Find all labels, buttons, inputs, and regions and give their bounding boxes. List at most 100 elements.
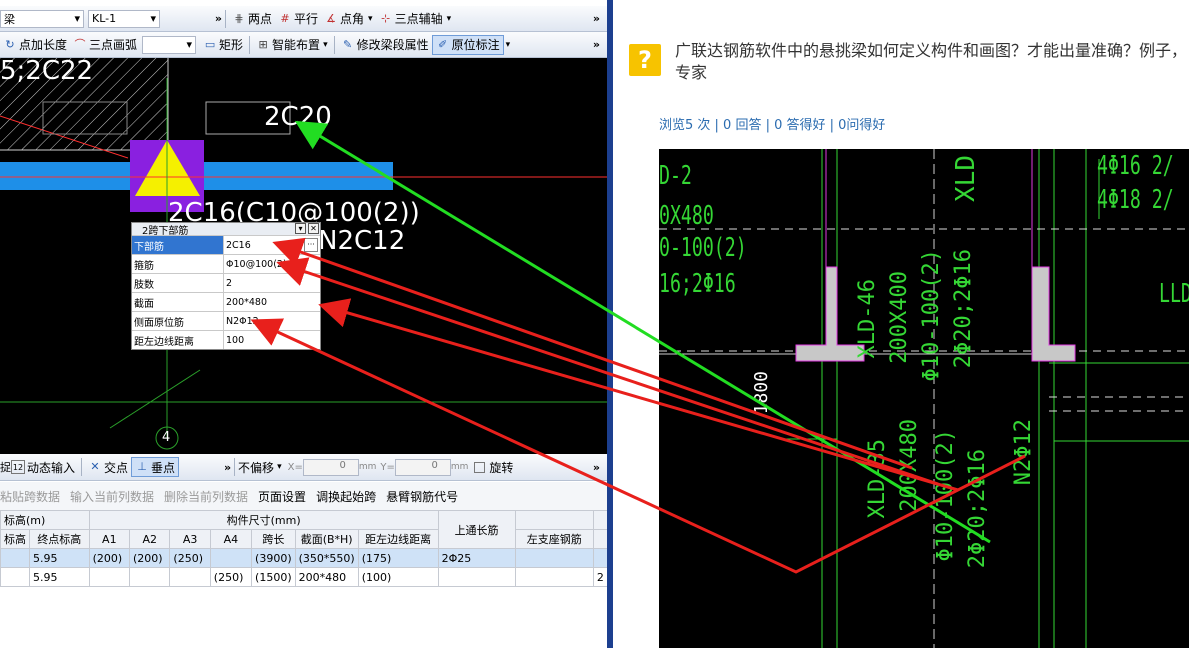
overflow-chevron-icon[interactable]: » [164, 12, 222, 25]
input-column-button[interactable]: 输入当前列数据 [70, 488, 154, 505]
cell[interactable] [209, 548, 253, 568]
col-header: 跨长 [251, 529, 296, 549]
overflow-chevron-icon[interactable]: » [593, 461, 608, 474]
cell[interactable] [514, 567, 594, 587]
prop-row[interactable]: 肢数 2 [132, 273, 320, 292]
prop-value[interactable]: 200*480 [224, 293, 320, 311]
cell[interactable] [437, 567, 516, 587]
point-length-button[interactable]: ↻ 点加长度 [0, 35, 70, 55]
cell[interactable] [88, 567, 131, 587]
collapse-icon[interactable]: ▾ [295, 223, 306, 234]
cell[interactable]: 5.95 [29, 567, 90, 587]
overflow-chevron-icon[interactable]: » [593, 38, 608, 51]
rect-button[interactable]: ▭ 矩形 [200, 35, 246, 55]
drawing-text: XLD [951, 155, 981, 202]
prop-row[interactable]: 侧面原位筋 N2Φ12 [132, 311, 320, 330]
cell[interactable]: (175) [357, 548, 439, 568]
prop-key: 肢数 [132, 274, 224, 292]
overflow-chevron-icon[interactable]: » [179, 461, 231, 474]
perpendicular-button[interactable]: ⊥ 垂点 [131, 457, 180, 477]
prop-value[interactable]: N2Φ12 [224, 312, 320, 330]
dynamic-input-button[interactable]: 12 动态输入 [8, 457, 78, 477]
y-offset-input[interactable]: 0 [394, 458, 451, 476]
prop-key: 距左边线距离 [132, 331, 224, 349]
point-angle-button[interactable]: ∡ 点角 ▾ [321, 9, 376, 29]
cell[interactable] [129, 567, 171, 587]
three-point-arc-label: 三点画弧 [89, 38, 138, 52]
three-point-axis-label: 三点辅轴 [394, 12, 443, 26]
in-situ-label-button[interactable]: ✐ 原位标注 [431, 34, 504, 55]
three-point-axis-button[interactable]: ⊹ 三点辅轴 ▾ [376, 9, 455, 29]
cell[interactable]: 5.95 [29, 548, 90, 568]
snap-toolbar: 捉 12 动态输入 ✕ 交点 ⊥ 垂点 » 不偏移 ▾ X= 0 mm Y= 0 mm … [0, 454, 608, 481]
cell[interactable]: (3900) [251, 548, 296, 568]
cell[interactable]: (250) [209, 567, 253, 587]
prop-row[interactable]: 下部筋 2C16 ··· [132, 235, 320, 254]
modify-beam-attr-button[interactable]: ✎ 修改梁段属性 [338, 35, 432, 55]
table-row[interactable]: 5.95 (200) (200) (250) (3900) (350*550) … [0, 548, 608, 568]
offset-mode-select[interactable]: 不偏移 [238, 459, 274, 476]
cell[interactable] [514, 548, 594, 568]
cell[interactable]: (350*550) [294, 548, 359, 568]
cell[interactable] [592, 548, 608, 568]
intersection-button[interactable]: ✕ 交点 [85, 457, 131, 477]
cell[interactable]: (200) [88, 548, 131, 568]
prop-value[interactable]: 2C16 [224, 236, 302, 254]
overflow-chevron-icon[interactable]: » [593, 12, 608, 25]
smart-layout-button[interactable]: ⊞ 智能布置 ▾ [253, 35, 331, 55]
cell[interactable] [0, 567, 30, 587]
prop-row[interactable]: 截面 200*480 [132, 292, 320, 311]
three-point-arc-button[interactable]: ⌒ 三点画弧 [70, 35, 140, 55]
arc-mode-select[interactable]: ▾ [142, 35, 197, 54]
cantilever-code-button[interactable]: 悬臂钢筋代号 [386, 488, 458, 505]
prop-row[interactable]: 距左边线距离 100 [132, 330, 320, 349]
parallel-button[interactable]: # 平行 [275, 9, 321, 29]
drawing-text: D-2 [659, 161, 692, 191]
adjust-start-span-button[interactable]: 调换起始跨 [316, 488, 376, 505]
chevron-down-icon[interactable]: ▾ [506, 40, 511, 50]
panel-title: 2跨下部筋 [142, 225, 189, 237]
col-header [592, 529, 608, 549]
cell[interactable]: (1500) [251, 567, 296, 587]
close-icon[interactable]: ✕ [308, 223, 319, 234]
rotate-checkbox[interactable] [474, 461, 486, 473]
drawing-text: LLD [1159, 279, 1189, 309]
cell[interactable] [169, 567, 211, 587]
cell[interactable]: 2 [592, 567, 608, 587]
col-header: 标高 [0, 529, 30, 549]
x-offset-input[interactable]: 0 [302, 458, 359, 476]
page-setup-button[interactable]: 页面设置 [258, 488, 306, 505]
prop-value[interactable]: Φ10@100(2) [224, 255, 320, 273]
rect-icon: ▭ [204, 37, 216, 51]
cell[interactable]: (200) [129, 548, 171, 568]
col-header: 左支座钢筋 [514, 529, 594, 549]
cell[interactable]: 200*480 [294, 567, 359, 587]
drawing-text: Φ10-100(2) [919, 249, 944, 382]
prop-row[interactable]: 箍筋 Φ10@100(2) [132, 254, 320, 273]
cell[interactable]: (250) [169, 548, 211, 568]
smart-layout-label: 智能布置 [272, 38, 321, 52]
perpendicular-icon: ⊥ [137, 460, 147, 473]
prop-value[interactable]: 2 [224, 274, 320, 292]
two-point-icon: ⋕ [234, 11, 244, 25]
rotate-label: 旋转 [489, 460, 514, 475]
cell[interactable]: (100) [357, 567, 439, 587]
unit-label: mm [358, 462, 377, 472]
cell[interactable] [0, 548, 30, 568]
question-stats[interactable]: 浏览5 次 | 0 回答 | 0 答得好 | 0问得好 [659, 114, 885, 133]
table-header-row: 标高 终点标高 A1 A2 A3 A4 跨长 截面(B*H) 距左边线距离 左支… [0, 529, 608, 549]
table-header-row: 标高(m) 构件尺寸(mm) 上通长筋 [0, 510, 608, 549]
prop-value[interactable]: 100 [224, 331, 320, 349]
point-length-label: 点加长度 [19, 38, 68, 52]
component-type-select[interactable]: 梁 ▾ [0, 9, 84, 28]
cell[interactable]: 2Φ25 [437, 548, 516, 568]
component-name-select[interactable]: KL-1 ▾ [88, 9, 160, 28]
two-point-button[interactable]: ⋕ 两点 [229, 9, 275, 29]
delete-column-button[interactable]: 删除当前列数据 [164, 488, 248, 505]
ellipsis-button[interactable]: ··· [304, 238, 318, 252]
drawing-text: 2Φ20;2Φ16 [951, 249, 976, 369]
paste-span-button[interactable]: 粘贴跨数据 [0, 488, 60, 505]
table-row[interactable]: 5.95 (250) (1500) 200*480 (100) 2 [0, 567, 608, 587]
span-property-panel[interactable]: 2跨下部筋 ▾ ✕ 下部筋 2C16 ··· 箍筋 Φ10@100(2) 肢数 2 截面… [131, 222, 321, 350]
point-length-icon: ↻ [5, 37, 15, 51]
